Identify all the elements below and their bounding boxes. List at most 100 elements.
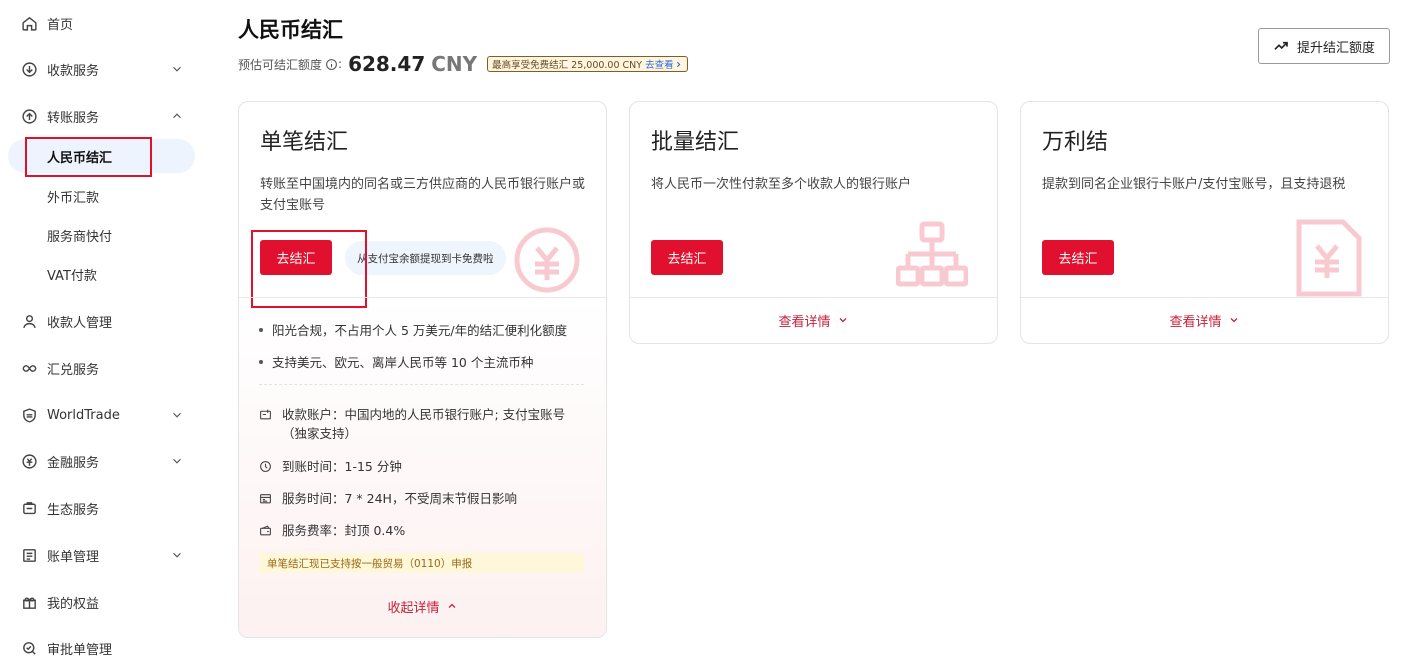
- card-single-settlement: 单笔结汇 转账至中国境内的同名或三方供应商的人民币银行账户或支付宝账号 去结汇 …: [238, 101, 607, 638]
- calendar-icon: [260, 494, 271, 504]
- alipay-promo-pill: 从支付宝余额提现到卡免费啦: [345, 241, 506, 275]
- sidebar-item-finance[interactable]: 金融服务: [0, 443, 205, 479]
- quota-amount: 628.47: [348, 52, 426, 76]
- chevron-down-icon[interactable]: [170, 62, 184, 76]
- feature-text: 支持美元、欧元、离岸人民币等 10 个主流币种: [272, 355, 534, 370]
- chevron-down-icon[interactable]: [170, 454, 184, 468]
- sidebar-item-label: 金融服务: [47, 455, 100, 471]
- gift-icon: [20, 593, 38, 611]
- card-wanlijie: 万利结 提款到同名企业银行卡账户/支付宝账号，且支持退税 去结汇 查看详情: [1020, 101, 1389, 344]
- approval-icon: [20, 639, 38, 657]
- trending-up-icon: [1274, 41, 1288, 50]
- details-label: 查看详情: [1169, 314, 1222, 330]
- upload-circle-icon: [20, 107, 38, 125]
- ecosystem-icon: [20, 499, 38, 517]
- info-text: 服务时间：7 * 24H，不受周末节假日影响: [282, 491, 517, 506]
- chevron-down-icon: [839, 318, 846, 323]
- feature-bullet: 阳光合规，不占用个人 5 万美元/年的结汇便利化额度: [259, 320, 567, 339]
- trade-notice: 单笔结汇现已支持按一般贸易（0110）申报: [259, 553, 584, 573]
- chevron-up-icon[interactable]: [170, 109, 184, 123]
- free-badge-text: 最高享受免费结汇 25,000.00 CNY: [492, 60, 643, 71]
- sidebar-item-label: 生态服务: [47, 502, 100, 518]
- org-chart-icon: [896, 221, 968, 287]
- card-title: 单笔结汇: [260, 130, 349, 155]
- sidebar-item-bills[interactable]: 账单管理: [0, 537, 205, 573]
- quota-unit: CNY: [431, 52, 478, 76]
- chevron-down-icon[interactable]: [170, 548, 184, 562]
- quota-row: 预估可结汇额度 : 628.47 CNY 最高享受免费结汇 25,000.00 …: [238, 52, 688, 76]
- card-divider: [1021, 297, 1388, 298]
- finance-icon: [20, 452, 38, 470]
- go-settle-button[interactable]: 去结汇: [651, 240, 723, 275]
- sidebar-item-label: WorldTrade: [47, 407, 120, 423]
- exchange-icon: [20, 359, 38, 377]
- sidebar-item-label: 审批单管理: [47, 642, 113, 658]
- chevron-right-icon: [676, 61, 681, 67]
- card-batch-settlement: 批量结汇 将人民币一次性付款至多个收款人的银行账户 去结汇 查看详情: [629, 101, 998, 344]
- card-title: 批量结汇: [651, 130, 740, 155]
- raise-quota-label: 提升结汇额度: [1296, 40, 1375, 56]
- sidebar: 首页 收款服务 转账服务 人民币结汇 外币汇款 服务商快付 VAT付款 收款人管…: [0, 0, 205, 668]
- sidebar-subitem-label: 服务商快付: [47, 229, 113, 245]
- yuan-document-icon: [1296, 219, 1362, 297]
- sidebar-item-home[interactable]: 首页: [0, 5, 205, 41]
- person-icon: [20, 312, 38, 330]
- info-icon[interactable]: [325, 58, 338, 71]
- sidebar-subitem-label: 外币汇款: [47, 190, 100, 206]
- free-badge-link[interactable]: 去查看: [645, 57, 674, 71]
- yuan-coin-icon: [514, 227, 580, 293]
- account-icon: [260, 409, 271, 420]
- sidebar-subitem-vat[interactable]: VAT付款: [8, 257, 195, 291]
- sidebar-item-collection[interactable]: 收款服务: [0, 51, 205, 87]
- sidebar-subitem-label: VAT付款: [47, 268, 97, 284]
- info-row-arrival: 到账时间：1-15 分钟: [259, 457, 589, 476]
- quota-label: 预估可结汇额度: [238, 57, 323, 72]
- home-icon: [20, 14, 38, 32]
- bullet-dot: [259, 359, 263, 364]
- sidebar-item-benefits[interactable]: 我的权益: [0, 584, 205, 620]
- dashed-divider: [259, 384, 584, 385]
- go-settle-button[interactable]: 去结汇: [1042, 240, 1114, 275]
- view-details-link[interactable]: 查看详情: [630, 310, 997, 330]
- card-description: 提款到同名企业银行卡账户/支付宝账号，且支持退税: [1042, 177, 1346, 192]
- free-settlement-badge[interactable]: 最高享受免费结汇 25,000.00 CNY 去查看: [487, 56, 688, 72]
- card-divider: [239, 297, 606, 298]
- raise-quota-button[interactable]: 提升结汇额度: [1258, 28, 1390, 64]
- sidebar-item-payee[interactable]: 收款人管理: [0, 303, 205, 339]
- info-text: 收款账户：中国内地的人民币银行账户; 支付宝账号（独家支持）: [282, 407, 566, 441]
- info-row-service-time: 服务时间：7 * 24H，不受周末节假日影响: [259, 489, 589, 508]
- sidebar-item-exchange[interactable]: 汇兑服务: [0, 350, 205, 386]
- bullet-dot: [259, 327, 263, 332]
- feature-text: 阳光合规，不占用个人 5 万美元/年的结汇便利化额度: [272, 323, 568, 338]
- feature-bullet: 支持美元、欧元、离岸人民币等 10 个主流币种: [259, 352, 533, 371]
- quota-colon: :: [338, 57, 343, 71]
- card-title: 万利结: [1042, 130, 1109, 155]
- wallet-icon: [260, 525, 271, 536]
- sidebar-item-approval[interactable]: 审批单管理: [0, 630, 205, 666]
- sidebar-item-ecosystem[interactable]: 生态服务: [0, 490, 205, 526]
- bill-icon: [20, 546, 38, 564]
- collapse-details-link[interactable]: 收起详情: [239, 596, 606, 616]
- sidebar-item-label: 汇兑服务: [47, 362, 100, 378]
- download-circle-icon: [20, 60, 38, 78]
- sidebar-item-transfer[interactable]: 转账服务: [0, 98, 205, 134]
- info-text: 到账时间：1-15 分钟: [282, 459, 402, 474]
- shield-icon: [20, 406, 38, 424]
- chevron-down-icon[interactable]: [170, 408, 184, 422]
- chevron-up-icon: [448, 603, 455, 608]
- sidebar-item-label: 收款人管理: [47, 315, 113, 331]
- view-details-link[interactable]: 查看详情: [1021, 310, 1388, 330]
- info-row-fee: 服务费率：封顶 0.4%: [259, 521, 589, 540]
- collapse-label: 收起详情: [387, 600, 440, 616]
- sidebar-item-worldtrade[interactable]: WorldTrade: [0, 397, 205, 433]
- chevron-down-icon: [1230, 318, 1237, 323]
- sidebar-item-label: 收款服务: [47, 63, 100, 79]
- card-description: 转账至中国境内的同名或三方供应商的人民币银行账户或支付宝账号: [260, 177, 586, 213]
- details-label: 查看详情: [778, 314, 831, 330]
- sidebar-item-label: 转账服务: [47, 110, 100, 126]
- info-row-account: 收款账户：中国内地的人民币银行账户; 支付宝账号（独家支持）: [259, 405, 589, 443]
- clock-icon: [260, 461, 271, 472]
- highlight-box: [25, 137, 152, 177]
- sidebar-subitem-foreign-remit[interactable]: 外币汇款: [8, 179, 195, 213]
- sidebar-subitem-provider-pay[interactable]: 服务商快付: [8, 218, 195, 252]
